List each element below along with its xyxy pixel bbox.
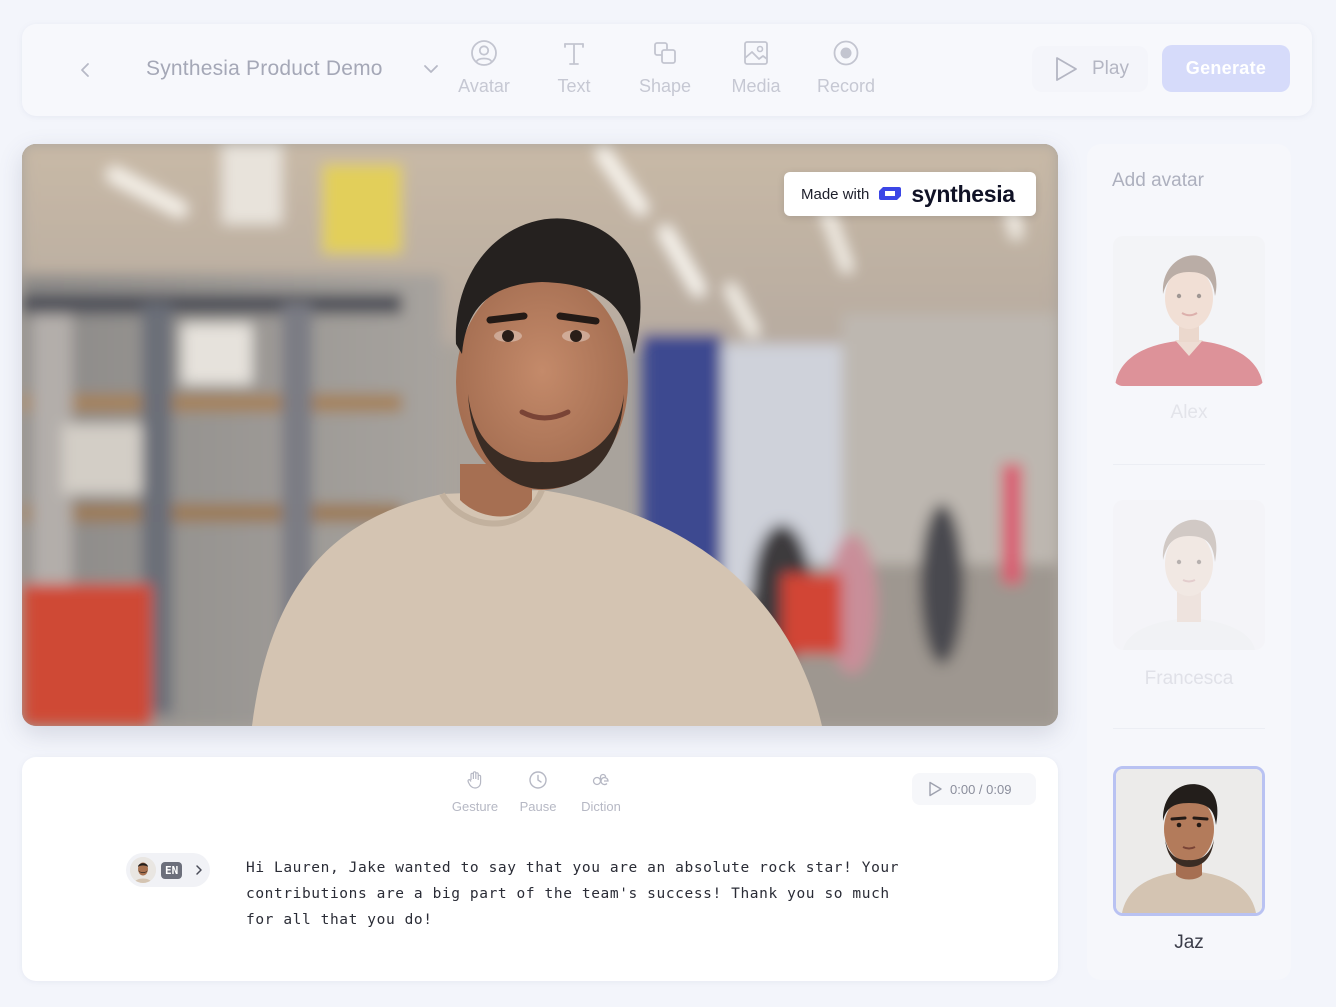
generate-button[interactable]: Generate xyxy=(1162,45,1290,92)
media-icon xyxy=(741,38,771,68)
tool-avatar-label: Avatar xyxy=(458,76,510,96)
chevron-right-icon xyxy=(196,865,202,875)
script-text-editor[interactable]: Hi Lauren, Jake wanted to say that you a… xyxy=(246,855,906,933)
tool-record[interactable]: Record xyxy=(812,38,880,108)
tool-media[interactable]: Media xyxy=(726,38,786,108)
timer-label: 0:00 / 0:09 xyxy=(950,781,1012,797)
avatar-divider xyxy=(1113,464,1265,465)
gesture-button[interactable]: Gesture xyxy=(446,769,504,814)
voice-language-selector[interactable]: EN xyxy=(126,853,210,887)
project-title[interactable]: Synthesia Product Demo xyxy=(146,54,383,84)
clock-icon xyxy=(527,769,549,791)
back-button[interactable] xyxy=(70,54,102,86)
script-panel: Gesture Pause Diction 0:00 / 0:09 EN Hi xyxy=(22,757,1058,981)
avatar-name-alex: Alex xyxy=(1170,402,1208,423)
pause-label: Pause xyxy=(519,799,557,814)
shape-icon xyxy=(650,38,680,68)
chevron-left-icon xyxy=(81,63,89,77)
made-with-synthesia-badge: Made with synthesia xyxy=(784,172,1036,216)
video-canvas[interactable]: Made with synthesia xyxy=(22,144,1058,726)
script-preview-timer[interactable]: 0:00 / 0:09 xyxy=(912,773,1036,805)
text-icon xyxy=(559,38,589,68)
avatar-card-alex[interactable] xyxy=(1113,236,1265,386)
badge-prefix: Made with xyxy=(801,185,870,203)
tool-record-label: Record xyxy=(816,76,876,96)
diction-button[interactable]: Diction xyxy=(576,769,626,814)
avatar-name-francesca: Francesca xyxy=(1144,668,1234,689)
tool-text-label: Text xyxy=(557,76,591,96)
avatar-panel: Add avatar Alex Francesca Jaz xyxy=(1087,144,1291,980)
record-icon xyxy=(831,38,861,68)
tool-media-label: Media xyxy=(731,76,781,96)
tool-shape-label: Shape xyxy=(638,76,692,96)
avatar-card-jaz[interactable] xyxy=(1113,766,1265,916)
gesture-label: Gesture xyxy=(451,799,499,814)
pause-button[interactable]: Pause xyxy=(516,769,560,814)
avatar-jaz-image xyxy=(1116,769,1262,913)
avatar-card-francesca[interactable] xyxy=(1113,500,1265,650)
badge-brand: synthesia xyxy=(911,180,1015,207)
chevron-down-icon xyxy=(424,65,438,73)
avatar-panel-heading: Add avatar xyxy=(1112,170,1204,191)
avatar-divider xyxy=(1113,728,1265,729)
play-label: Play xyxy=(1092,58,1129,79)
play-icon xyxy=(1056,57,1077,81)
hand-icon xyxy=(464,769,486,791)
office-background-image xyxy=(22,144,1058,726)
avatar-name-jaz: Jaz xyxy=(1174,932,1204,953)
language-code: EN xyxy=(161,861,183,879)
play-icon xyxy=(929,781,942,797)
avatar-alex-image xyxy=(1113,236,1265,386)
avatar-icon xyxy=(469,38,499,68)
generate-label: Generate xyxy=(1185,58,1267,78)
diction-label: Diction xyxy=(581,799,621,814)
avatar-thumbnail xyxy=(130,857,156,883)
synthesia-logo-icon xyxy=(879,187,902,200)
avatar-francesca-image xyxy=(1113,500,1265,650)
top-toolbar: Synthesia Product Demo Avatar Text Shape… xyxy=(22,24,1312,116)
play-button[interactable]: Play xyxy=(1032,46,1148,92)
tool-avatar[interactable]: Avatar xyxy=(454,38,514,108)
diction-icon xyxy=(590,769,612,791)
tool-text[interactable]: Text xyxy=(544,38,604,108)
project-menu-button[interactable] xyxy=(418,56,444,82)
tool-shape[interactable]: Shape xyxy=(634,38,696,108)
